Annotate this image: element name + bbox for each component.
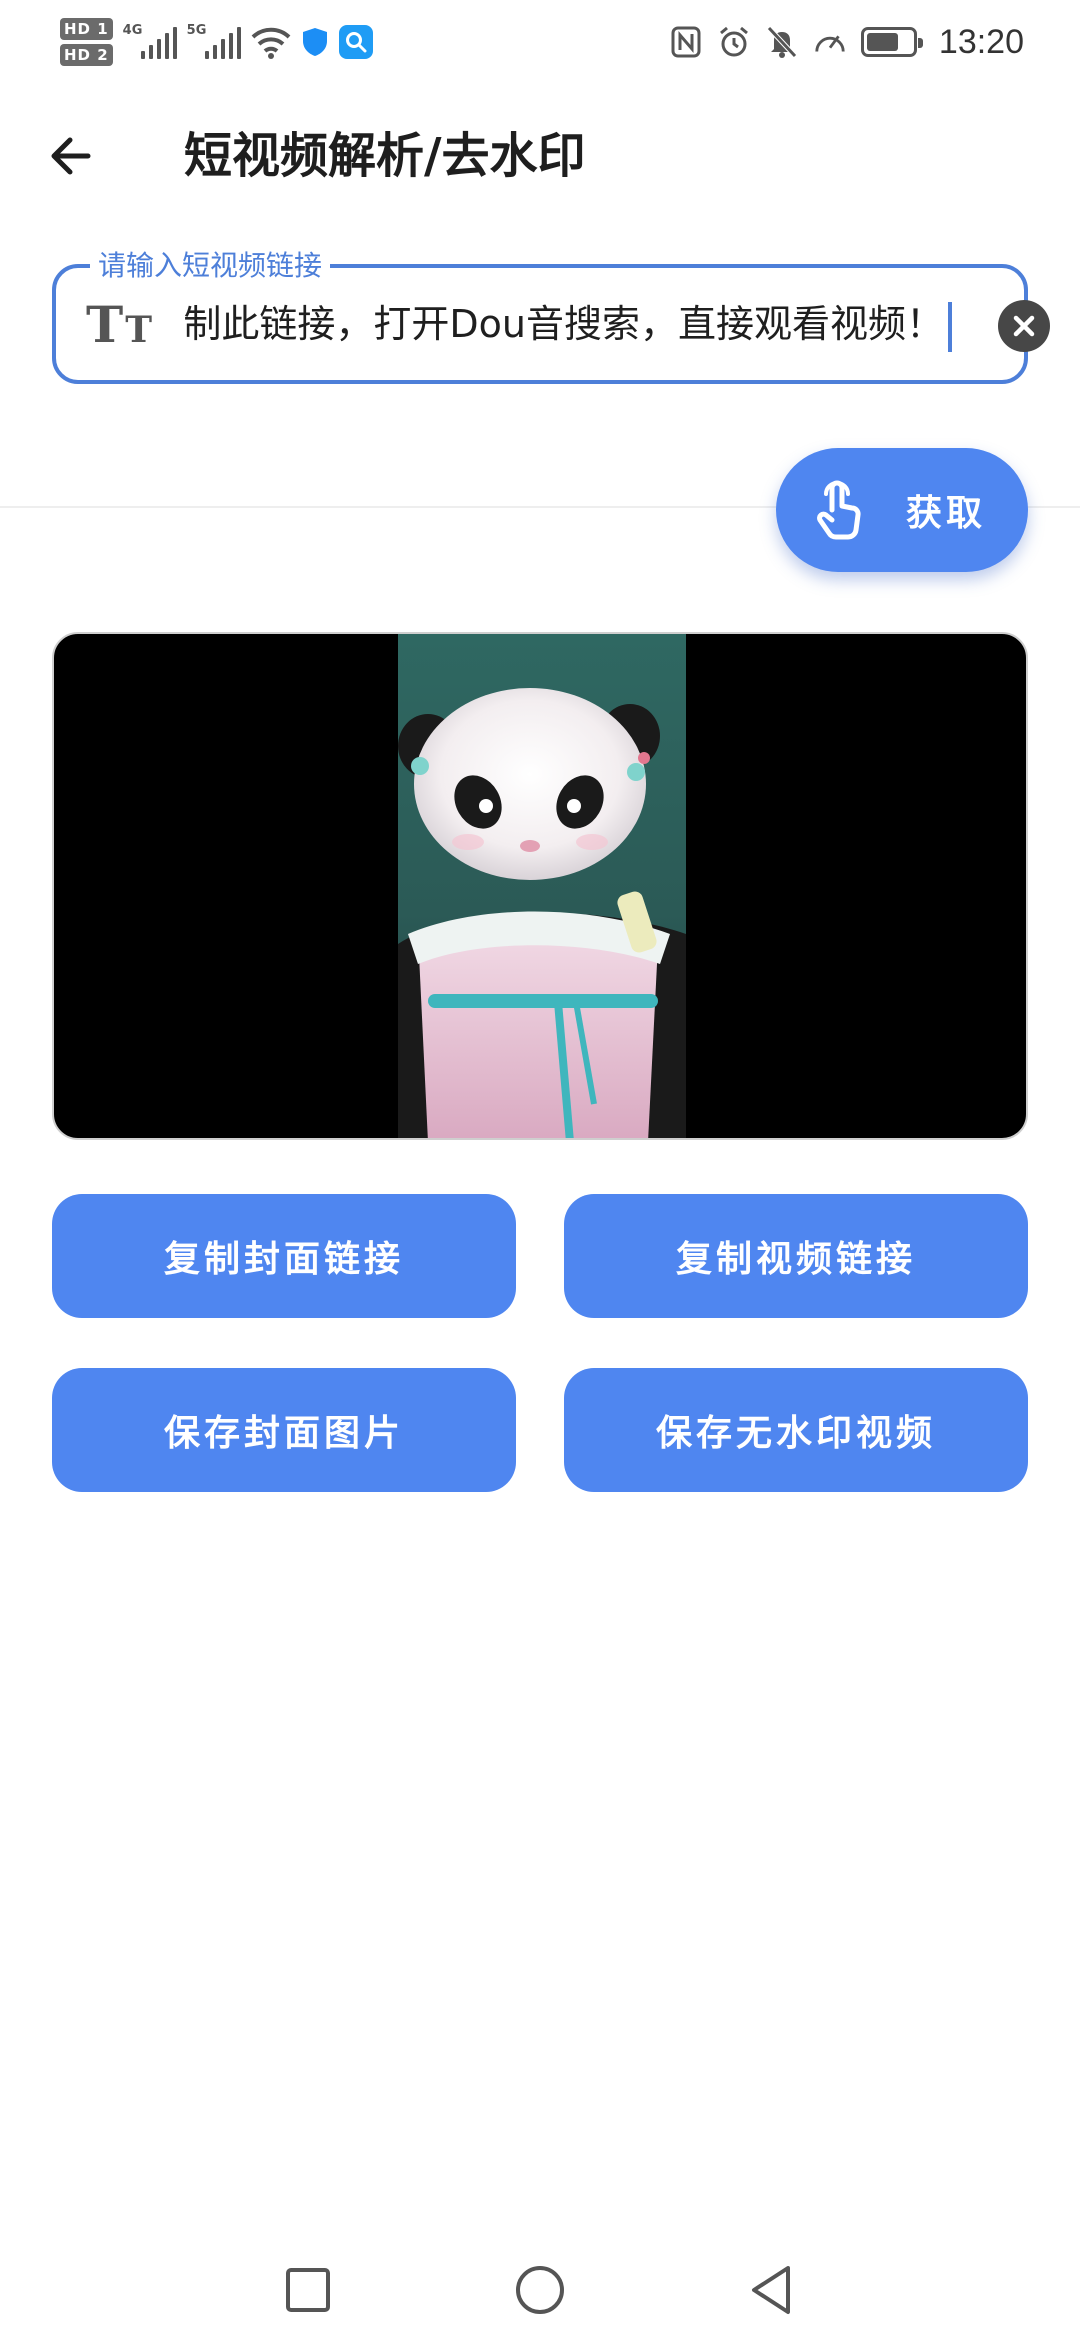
mute-bell-icon	[765, 25, 799, 59]
link-input-field[interactable]: 请输入短视频链接 TT 复制此链接，打开Dou音搜索，直接观看视频！	[52, 246, 1050, 384]
save-cover-image-button[interactable]: 保存封面图片	[52, 1368, 516, 1492]
video-cover-image	[398, 634, 686, 1138]
clear-button[interactable]	[998, 300, 1050, 352]
back-button[interactable]	[40, 126, 100, 186]
status-bar-left: HD 1 HD 2 4G 5G	[60, 12, 373, 72]
nfc-icon	[669, 25, 703, 59]
status-bar: HD 1 HD 2 4G 5G 13:20	[0, 0, 1080, 84]
save-video-no-watermark-button[interactable]: 保存无水印视频	[564, 1368, 1028, 1492]
status-bar-right: 13:20	[669, 12, 1024, 72]
panda-illustration	[398, 688, 686, 1138]
fetch-button-label: 获取	[906, 493, 987, 534]
copy-cover-link-button[interactable]: 复制封面链接	[52, 1194, 516, 1318]
search-app-icon	[338, 25, 373, 59]
link-input-value[interactable]: 复制此链接，打开Dou音搜索，直接观看视频！	[184, 292, 944, 356]
sim2-signal-icon: 5G	[186, 23, 241, 59]
alarm-icon	[717, 25, 751, 59]
hd-badges: HD 1 HD 2	[60, 18, 113, 66]
clear-circle-icon	[1013, 315, 1035, 337]
speed-meter-icon	[813, 25, 847, 59]
system-nav-bar	[0, 2240, 1080, 2340]
battery-icon	[860, 27, 923, 57]
nav-home-button[interactable]	[508, 2258, 572, 2322]
nav-back-button[interactable]	[740, 2258, 804, 2322]
arrow-left-icon	[51, 137, 91, 175]
wifi-icon	[251, 25, 291, 59]
app-bar: 短视频解析/去水印	[0, 108, 1080, 204]
link-input-label: 请输入短视频链接	[90, 246, 331, 286]
shield-icon	[301, 26, 329, 58]
sim2-network-label: 5G	[186, 23, 207, 38]
copy-video-link-button[interactable]: 复制视频链接	[564, 1194, 1028, 1318]
sim1-signal-icon: 4G	[122, 23, 177, 59]
hd1-badge: HD 1	[60, 18, 113, 40]
fetch-button[interactable]: 获取	[776, 448, 1028, 572]
sim1-network-label: 4G	[122, 23, 143, 38]
circle-icon	[516, 2266, 564, 2314]
triangle-back-icon	[752, 2266, 790, 2314]
square-icon	[286, 2268, 330, 2312]
hd2-badge: HD 2	[60, 44, 113, 66]
nav-recents-button[interactable]	[276, 2258, 340, 2322]
page-title: 短视频解析/去水印	[184, 128, 586, 184]
text-format-icon: TT	[86, 295, 153, 354]
tap-hand-icon	[817, 480, 861, 540]
video-preview[interactable]	[52, 632, 1028, 1140]
text-caret	[948, 302, 952, 352]
status-time: 13:20	[938, 22, 1024, 61]
